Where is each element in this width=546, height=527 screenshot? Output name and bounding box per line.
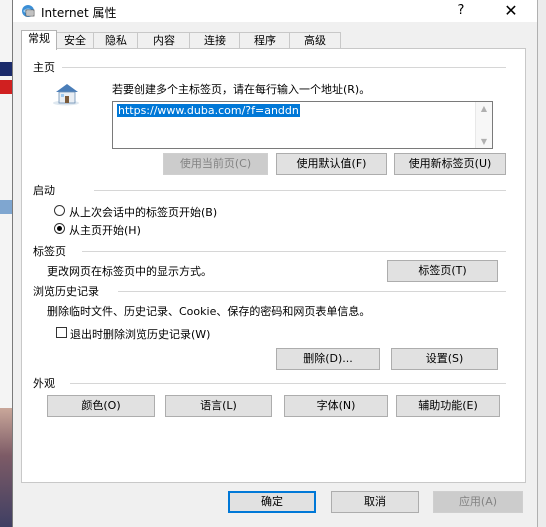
tab-connections[interactable]: 连接 — [189, 32, 241, 49]
languages-button[interactable]: 语言(L) — [165, 395, 272, 417]
tab-programs[interactable]: 程序 — [239, 32, 291, 49]
startup-radio-homepage[interactable] — [54, 223, 65, 234]
startup-option-homepage-label[interactable]: 从主页开始(H) — [69, 222, 141, 238]
delete-on-exit-label[interactable]: 退出时删除浏览历史记录(W) — [70, 326, 210, 342]
fonts-button[interactable]: 字体(N) — [284, 395, 388, 417]
help-button[interactable]: ? — [449, 2, 473, 20]
startup-option-last-session-label[interactable]: 从上次会话中的标签页开始(B) — [69, 204, 217, 220]
tab-content[interactable]: 内容 — [137, 32, 191, 49]
history-settings-button[interactable]: 设置(S) — [391, 348, 498, 370]
tab-general[interactable]: 常规 — [21, 30, 57, 50]
delete-history-button[interactable]: 删除(D)... — [276, 348, 380, 370]
scroll-up-icon[interactable]: ▲ — [479, 105, 489, 113]
ok-button[interactable]: 确定 — [228, 491, 316, 513]
history-description: 删除临时文件、历史记录、Cookie、保存的密码和网页表单信息。 — [47, 305, 371, 318]
apply-button[interactable]: 应用(A) — [433, 491, 523, 513]
startup-section-label: 启动 — [33, 184, 55, 197]
use-default-button[interactable]: 使用默认值(F) — [276, 153, 387, 175]
textarea-scrollbar[interactable]: ▲ ▼ — [475, 102, 492, 148]
appearance-section-label: 外观 — [33, 377, 55, 390]
title-bar[interactable]: Internet 属性 ? ✕ — [13, 0, 537, 22]
scroll-down-icon[interactable]: ▼ — [479, 138, 489, 146]
tabs-settings-button[interactable]: 标签页(T) — [387, 260, 498, 282]
tabs-section-label: 标签页 — [33, 245, 66, 258]
history-section-label: 浏览历史记录 — [33, 285, 99, 298]
tab-privacy[interactable]: 隐私 — [93, 32, 139, 49]
window-title: Internet 属性 — [41, 6, 117, 20]
background-fragment — [0, 80, 12, 94]
general-tab-panel: 主页 若要创建多个主标签页，请在每行输入一个地址(R)。 https://www… — [21, 48, 526, 483]
background-fragment — [0, 62, 12, 76]
homepage-section-label: 主页 — [33, 61, 55, 74]
colors-button[interactable]: 颜色(O) — [47, 395, 155, 417]
section-divider — [82, 251, 506, 252]
internet-options-dialog: Internet 属性 ? ✕ 常规 安全 隐私 内容 连接 程序 高级 主页 … — [12, 0, 538, 527]
background-window-edge-right — [538, 0, 546, 527]
section-divider — [70, 383, 506, 384]
tab-advanced[interactable]: 高级 — [289, 32, 341, 49]
homepage-url-textarea[interactable]: https://www.duba.com/?f=anddn ▲ ▼ — [112, 101, 493, 149]
startup-radio-last-session[interactable] — [54, 205, 65, 216]
home-icon — [53, 84, 79, 106]
homepage-url-value: https://www.duba.com/?f=anddn — [117, 104, 300, 117]
use-new-tab-button[interactable]: 使用新标签页(U) — [394, 153, 506, 175]
section-divider — [118, 291, 506, 292]
close-button[interactable]: ✕ — [497, 2, 525, 20]
homepage-instruction: 若要创建多个主标签页，请在每行输入一个地址(R)。 — [112, 83, 371, 96]
background-fragment — [0, 200, 12, 214]
internet-options-icon — [22, 5, 35, 17]
accessibility-button[interactable]: 辅助功能(E) — [396, 395, 500, 417]
tab-security[interactable]: 安全 — [55, 32, 95, 49]
tabs-description: 更改网页在标签页中的显示方式。 — [47, 265, 212, 278]
section-divider — [94, 190, 506, 191]
section-divider — [62, 67, 506, 68]
use-current-button[interactable]: 使用当前页(C) — [163, 153, 268, 175]
delete-on-exit-checkbox[interactable] — [56, 327, 67, 338]
cancel-button[interactable]: 取消 — [331, 491, 419, 513]
